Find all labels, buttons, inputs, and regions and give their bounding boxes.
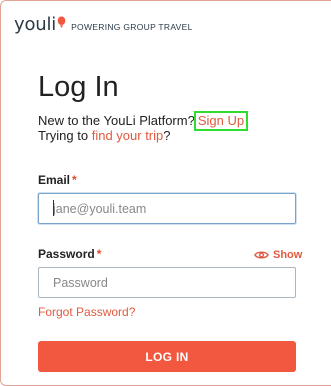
text-cursor xyxy=(53,200,54,216)
signup-link[interactable]: Sign Up xyxy=(198,113,244,128)
find-trip-suffix: ? xyxy=(163,128,171,143)
login-panel: youli POWERING GROUP TRAVEL Log In New t… xyxy=(0,0,331,386)
signup-prompt-text: New to the YouLi Platform? xyxy=(38,113,195,128)
email-label: Email * xyxy=(38,173,77,187)
forgot-password-link[interactable]: Forgot Password? xyxy=(38,305,135,319)
signup-highlight: Sign Up xyxy=(193,111,249,131)
find-trip-prefix: Trying to xyxy=(38,128,89,143)
login-button[interactable]: LOG IN xyxy=(38,341,296,372)
logo-wordmark: youli xyxy=(14,14,57,35)
page-title: Log In xyxy=(38,71,119,103)
find-trip-link[interactable]: find your trip xyxy=(92,128,164,143)
brand-tagline: POWERING GROUP TRAVEL xyxy=(71,22,193,32)
password-label-text: Password xyxy=(38,247,95,261)
header: youli POWERING GROUP TRAVEL xyxy=(14,8,193,34)
youli-logo[interactable]: youli xyxy=(14,16,66,34)
password-label: Password * xyxy=(38,247,101,261)
password-required-mark: * xyxy=(96,247,102,261)
show-password-toggle[interactable]: Show xyxy=(254,249,302,261)
email-field[interactable] xyxy=(38,193,296,224)
show-label: Show xyxy=(273,249,303,261)
balloon-icon xyxy=(57,16,66,28)
password-field[interactable] xyxy=(38,267,296,298)
email-label-text: Email xyxy=(38,173,71,187)
eye-icon xyxy=(254,251,269,259)
find-trip-prompt: Trying to find your trip? xyxy=(38,128,171,143)
email-required-mark: * xyxy=(72,173,77,187)
